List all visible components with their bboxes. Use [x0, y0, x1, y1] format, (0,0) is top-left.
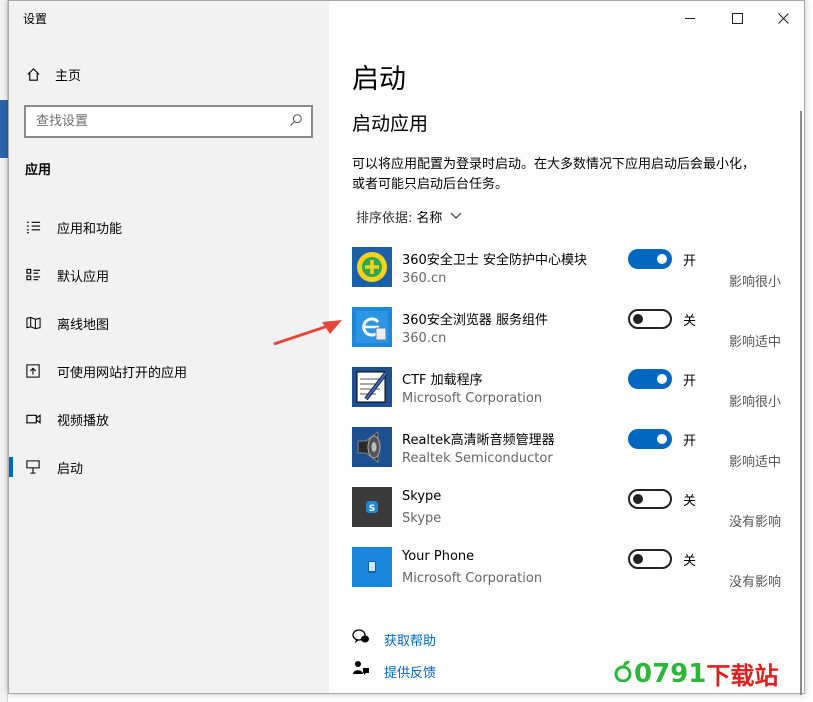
app-name: Skype: [402, 489, 442, 504]
ctf-loader-icon: [352, 367, 392, 407]
toggle-state-label: 开: [683, 254, 697, 269]
scrollbar[interactable]: [800, 111, 802, 695]
main-content: 启动 启动应用 可以将应用配置为登录时启动。在大多数情况下应用启动后会最小化，或…: [352, 1, 797, 693]
settings-window: 设置 主页 应用 应用和功能: [8, 0, 805, 695]
skype-icon: S: [352, 487, 392, 527]
app-name: 360安全卫士 安全防护中心模块: [402, 253, 587, 268]
app-publisher: Microsoft Corporation: [402, 571, 543, 586]
sidebar-item-label: 应用和功能: [57, 221, 123, 237]
app-publisher: 360.cn: [402, 331, 447, 346]
startup-toggle[interactable]: [628, 489, 672, 509]
toggle-state-label: 关: [683, 554, 697, 569]
startup-toggle[interactable]: [628, 309, 672, 329]
home-icon: [25, 67, 41, 83]
page-subtitle: 启动应用: [352, 113, 429, 135]
video-icon: [25, 411, 41, 427]
feedback-icon: [352, 660, 370, 682]
section-title: 应用: [25, 163, 52, 178]
impact-label: 没有影响: [728, 575, 781, 590]
sidebar-item-web-apps[interactable]: 可使用网站打开的应用: [9, 347, 329, 395]
app-name: Realtek高清晰音频管理器: [402, 433, 555, 448]
search-icon[interactable]: [289, 112, 303, 131]
watermark-logo: 0791 下载站: [614, 656, 778, 691]
default-apps-icon: [25, 267, 41, 283]
app-name: 360安全浏览器 服务组件: [402, 313, 548, 328]
sidebar-item-startup[interactable]: 启动: [9, 443, 329, 491]
list-item: Your Phone Microsoft Corporation 关 没有影响: [352, 543, 787, 603]
sidebar-item-label: 可使用网站打开的应用: [57, 365, 188, 381]
list-item: 360安全卫士 安全防护中心模块 360.cn 开 影响很小: [352, 243, 787, 303]
impact-label: 没有影响: [728, 515, 781, 530]
list-icon: [25, 219, 41, 235]
startup-toggle[interactable]: [628, 549, 672, 569]
impact-label: 影响适中: [728, 335, 781, 350]
app-name: CTF 加载程序: [402, 373, 483, 388]
watermark-text: 下载站: [706, 662, 779, 690]
impact-label: 影响很小: [728, 275, 781, 290]
sidebar-item-label: 离线地图: [57, 317, 110, 333]
startup-toggle[interactable]: [628, 429, 672, 449]
startup-app-list: 360安全卫士 安全防护中心模块 360.cn 开 影响很小 360安全浏览器 …: [352, 243, 787, 603]
page-description: 可以将应用配置为登录时启动。在大多数情况下应用启动后会最小化，或者可能只启动后台…: [352, 157, 756, 192]
sidebar-item-label: 启动: [57, 461, 84, 477]
search-box[interactable]: [24, 105, 313, 138]
list-item: S Skype Skype 关 没有影响: [352, 483, 787, 543]
background-window-accent: [0, 100, 8, 158]
page-title: 启动: [352, 64, 406, 95]
help-icon: [352, 629, 370, 649]
sidebar-item-video-playback[interactable]: 视频播放: [9, 395, 329, 443]
annotation-arrow: [272, 318, 344, 350]
sidebar-item-label: 默认应用: [57, 269, 110, 285]
help-link-label: 获取帮助: [384, 633, 437, 649]
map-icon: [25, 315, 41, 331]
watermark-number: 0791: [634, 658, 707, 689]
impact-label: 影响很小: [728, 395, 781, 410]
sort-label: 排序依据:: [356, 211, 413, 226]
chevron-down-icon: [450, 209, 462, 224]
sort-value: 名称: [416, 211, 443, 226]
feedback-link-label: 提供反馈: [384, 665, 437, 681]
sidebar-item-label: 视频播放: [57, 413, 110, 429]
toggle-state-label: 关: [683, 494, 697, 509]
window-title: 设置: [23, 12, 48, 26]
impact-label: 影响适中: [728, 455, 781, 470]
svg-text:S: S: [369, 504, 375, 514]
app-publisher: Microsoft Corporation: [402, 391, 543, 406]
360-browser-icon: [352, 307, 392, 347]
list-item: CTF 加载程序 Microsoft Corporation 开 影响很小: [352, 363, 787, 423]
home-nav-item[interactable]: 主页: [25, 65, 81, 84]
startup-toggle[interactable]: [628, 249, 672, 269]
feedback-link[interactable]: 提供反馈: [352, 660, 436, 682]
search-input[interactable]: [36, 114, 266, 129]
list-item: Realtek高清晰音频管理器 Realtek Semiconductor 开 …: [352, 423, 787, 483]
sidebar-item-default-apps[interactable]: 默认应用: [9, 251, 329, 299]
realtek-speaker-icon: [352, 427, 392, 467]
help-link[interactable]: 获取帮助: [352, 629, 436, 649]
app-name: Your Phone: [402, 549, 475, 564]
sidebar-item-apps-features[interactable]: 应用和功能: [9, 203, 329, 251]
toggle-state-label: 关: [683, 314, 697, 329]
watermark-leaf-icon: [614, 659, 632, 689]
360-safe-icon: [352, 247, 392, 287]
list-item: 360安全浏览器 服务组件 360.cn 关 影响适中: [352, 303, 787, 363]
your-phone-icon: [352, 547, 392, 587]
toggle-state-label: 开: [683, 374, 697, 389]
toggle-state-label: 开: [683, 434, 697, 449]
app-publisher: Skype: [402, 511, 442, 526]
startup-icon: [25, 459, 41, 475]
web-apps-icon: [25, 363, 41, 379]
app-publisher: 360.cn: [402, 271, 447, 286]
sort-dropdown[interactable]: 排序依据: 名称: [356, 207, 462, 226]
startup-toggle[interactable]: [628, 369, 672, 389]
app-publisher: Realtek Semiconductor: [402, 451, 553, 466]
home-label: 主页: [55, 69, 82, 84]
